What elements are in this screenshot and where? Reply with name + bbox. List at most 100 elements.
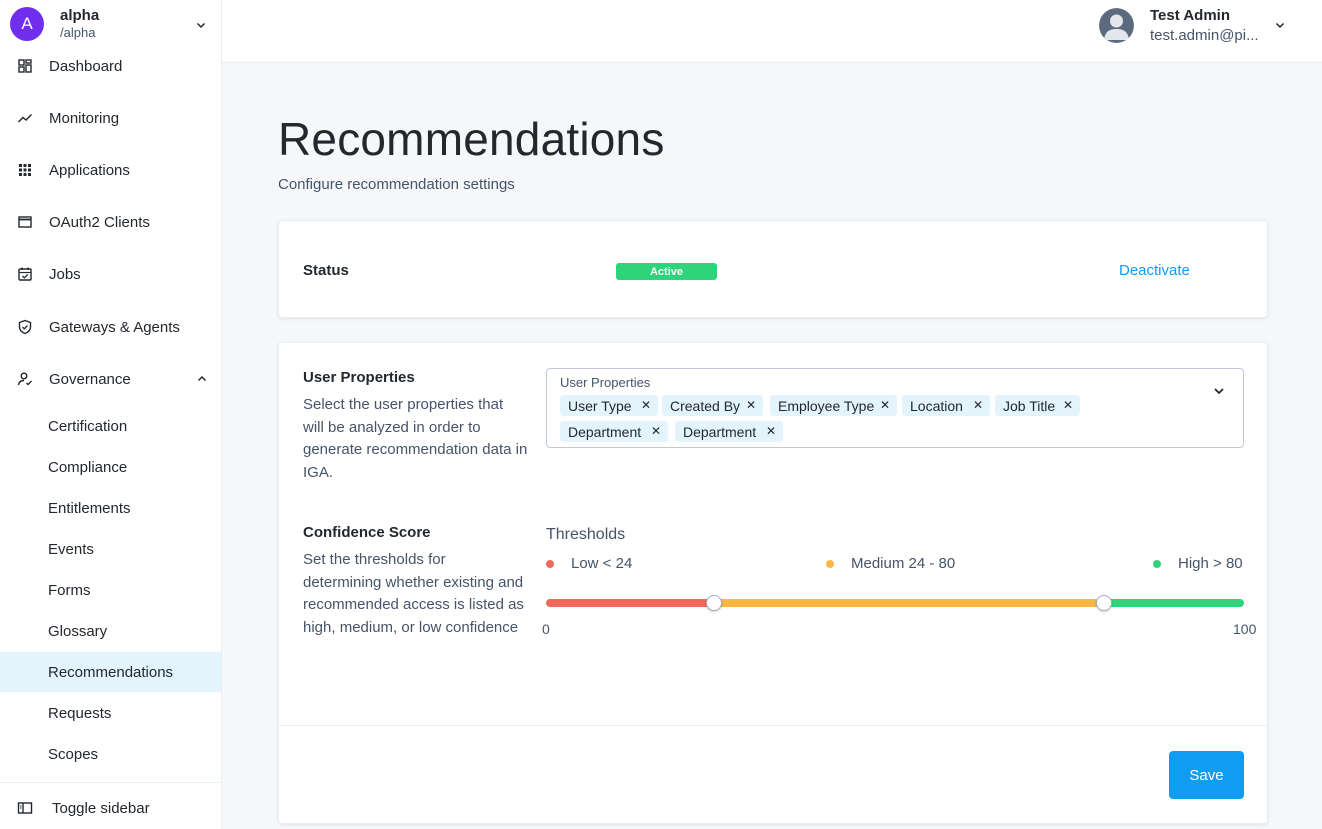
sidebar-subitem-label: Certification bbox=[48, 417, 128, 435]
sidebar-subitem-requests[interactable]: Requests bbox=[0, 693, 221, 733]
realm-path: /alpha bbox=[60, 25, 96, 41]
sidebar-item-monitoring[interactable]: Monitoring bbox=[0, 98, 221, 138]
tag-department: Department ✕ bbox=[675, 421, 783, 442]
sidebar-item-gateways-agents[interactable]: Gateways & Agents bbox=[0, 307, 221, 347]
slider-handle-low[interactable] bbox=[705, 595, 722, 611]
sidebar-item-label: Jobs bbox=[49, 265, 81, 283]
governance-icon bbox=[17, 372, 32, 386]
tag-label: Department bbox=[683, 423, 757, 440]
user-properties-title: User Properties bbox=[303, 369, 415, 386]
tag-user-type: User Type ✕ bbox=[560, 395, 658, 416]
tag-label: Location bbox=[910, 397, 963, 414]
sidebar-subitem-label: Recommendations bbox=[48, 663, 174, 681]
thresholds-label: Thresholds bbox=[546, 526, 626, 543]
sidebar-item-governance[interactable]: Governance bbox=[0, 359, 221, 399]
legend-low: Low < 24 bbox=[546, 555, 632, 572]
toggle-sidebar-button[interactable]: Toggle sidebar bbox=[0, 788, 221, 828]
remove-tag-icon[interactable]: ✕ bbox=[1063, 398, 1073, 412]
slider-max-label: 100 bbox=[1233, 621, 1257, 637]
legend-high-label: High > 80 bbox=[1178, 555, 1243, 572]
legend-medium: Medium 24 - 80 bbox=[826, 555, 955, 572]
sidebar-divider bbox=[0, 782, 221, 783]
slider-track-low[interactable] bbox=[546, 599, 714, 607]
sidebar-item-label: OAuth2 Clients bbox=[49, 213, 150, 231]
slider-min-label: 0 bbox=[542, 621, 550, 637]
high-dot-icon bbox=[1153, 559, 1161, 568]
deactivate-link[interactable]: Deactivate bbox=[1119, 262, 1190, 279]
apps-grid-icon bbox=[19, 164, 31, 176]
tag-created-by: Created By ✕ bbox=[662, 395, 763, 416]
sidebar-item-oauth2-clients[interactable]: OAuth2 Clients bbox=[0, 202, 221, 242]
sidebar-subitem-certification[interactable]: Certification bbox=[0, 406, 221, 446]
sidebar-subitem-scopes[interactable]: Scopes bbox=[0, 734, 221, 774]
sidebar-item-label: Dashboard bbox=[49, 57, 123, 75]
user-email: test.admin@pi... bbox=[1150, 27, 1259, 44]
card-footer-divider bbox=[279, 725, 1267, 726]
confidence-score-title: Confidence Score bbox=[303, 524, 431, 541]
chevron-down-icon[interactable] bbox=[1275, 20, 1285, 30]
trending-icon bbox=[18, 114, 32, 123]
realm-switcher[interactable]: A alpha /alpha bbox=[0, 0, 221, 48]
chevron-up-icon bbox=[197, 375, 207, 382]
toggle-sidebar-label: Toggle sidebar bbox=[52, 799, 150, 817]
save-button[interactable]: Save bbox=[1169, 751, 1244, 799]
sidebar-item-label: Monitoring bbox=[49, 109, 120, 127]
slider-handle-high[interactable] bbox=[1096, 595, 1113, 611]
remove-tag-icon[interactable]: ✕ bbox=[973, 398, 983, 412]
medium-dot-icon bbox=[826, 559, 834, 568]
calendar-check-icon bbox=[18, 267, 32, 281]
status-label: Status bbox=[303, 262, 349, 279]
tag-department: Department ✕ bbox=[560, 421, 668, 442]
remove-tag-icon[interactable]: ✕ bbox=[766, 424, 776, 438]
page-title: Recommendations bbox=[278, 113, 665, 165]
shield-check-icon bbox=[18, 319, 32, 335]
tag-location: Location ✕ bbox=[902, 395, 990, 416]
sidebar-item-applications[interactable]: Applications bbox=[0, 150, 221, 190]
sidebar-item-jobs[interactable]: Jobs bbox=[0, 254, 221, 294]
low-dot-icon bbox=[546, 559, 554, 568]
window-icon bbox=[18, 216, 32, 228]
tag-label: Employee Type bbox=[778, 397, 875, 414]
tag-job-title: Job Title ✕ bbox=[995, 395, 1080, 416]
remove-tag-icon[interactable]: ✕ bbox=[651, 424, 661, 438]
sidebar-subitem-entitlements[interactable]: Entitlements bbox=[0, 488, 221, 528]
page-subtitle: Configure recommendation settings bbox=[278, 176, 515, 193]
realm-name: alpha bbox=[60, 6, 100, 24]
tag-label: Job Title bbox=[1003, 397, 1056, 414]
status-badge: Active bbox=[616, 263, 717, 280]
sidebar-subitem-events[interactable]: Events bbox=[0, 529, 221, 569]
sidebar-item-label: Gateways & Agents bbox=[49, 318, 180, 336]
realm-text: alpha /alpha bbox=[60, 7, 99, 42]
sidebar-subitem-forms[interactable]: Forms bbox=[0, 570, 221, 610]
sidebar-subitem-label: Glossary bbox=[48, 622, 108, 640]
sidebar-toggle-icon bbox=[17, 802, 33, 814]
sidebar-subitem-glossary[interactable]: Glossary bbox=[0, 611, 221, 651]
legend-medium-label: Medium 24 - 80 bbox=[851, 555, 956, 572]
sidebar-subitem-recommendations[interactable]: Recommendations bbox=[0, 652, 221, 692]
dashboard-icon bbox=[18, 59, 32, 73]
sidebar-subitem-compliance[interactable]: Compliance bbox=[0, 447, 221, 487]
chevron-down-icon bbox=[196, 22, 206, 29]
legend-high: High > 80 bbox=[1153, 555, 1243, 572]
sidebar-item-dashboard[interactable]: Dashboard bbox=[0, 46, 221, 86]
user-avatar[interactable] bbox=[1099, 8, 1134, 43]
slider-track-high[interactable] bbox=[1104, 599, 1244, 607]
user-properties-multiselect[interactable]: User Properties User Type ✕ Created By ✕ E… bbox=[546, 368, 1244, 448]
user-name: Test Admin bbox=[1150, 7, 1231, 24]
sidebar-subitem-label: Forms bbox=[48, 581, 91, 599]
sidebar-item-label: Applications bbox=[49, 161, 130, 179]
slider-track-medium[interactable] bbox=[713, 599, 1105, 607]
tag-label: Department bbox=[568, 423, 642, 440]
tag-label: Created By bbox=[670, 397, 741, 414]
sidebar-subitem-label: Requests bbox=[48, 704, 112, 722]
chevron-down-icon[interactable] bbox=[1213, 385, 1225, 397]
sidebar-subitem-label: Scopes bbox=[48, 745, 99, 763]
settings-card: User Properties Select the user properti… bbox=[278, 342, 1268, 824]
user-properties-description: Select the user properties that will be … bbox=[303, 396, 528, 481]
realm-avatar: A bbox=[10, 7, 44, 41]
remove-tag-icon[interactable]: ✕ bbox=[641, 398, 651, 412]
remove-tag-icon[interactable]: ✕ bbox=[746, 398, 756, 412]
confidence-score-description: Set the thresholds for determining wheth… bbox=[303, 551, 524, 636]
remove-tag-icon[interactable]: ✕ bbox=[880, 398, 890, 412]
sidebar-subitem-label: Compliance bbox=[48, 458, 128, 476]
